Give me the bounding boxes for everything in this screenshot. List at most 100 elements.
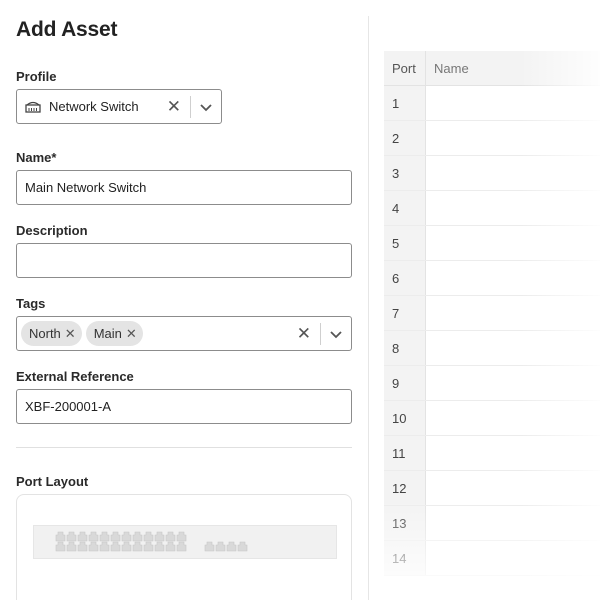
port-number-cell: 3 bbox=[384, 156, 426, 190]
port-name-cell[interactable] bbox=[426, 156, 600, 190]
port-name-cell[interactable] bbox=[426, 121, 600, 155]
switch-faceplate bbox=[33, 525, 337, 559]
port-icon[interactable] bbox=[55, 531, 66, 542]
port-layout-panel bbox=[16, 494, 352, 600]
uplink-port-icon[interactable] bbox=[237, 541, 248, 552]
name-value: Main Network Switch bbox=[25, 180, 147, 195]
port-number-cell: 4 bbox=[384, 191, 426, 225]
table-row[interactable]: 3 bbox=[384, 156, 600, 191]
port-name-cell[interactable] bbox=[426, 261, 600, 295]
table-row[interactable]: 2 bbox=[384, 121, 600, 156]
port-name-cell[interactable] bbox=[426, 541, 600, 575]
port-icon[interactable] bbox=[132, 541, 143, 552]
asset-form: Add Asset Profile Network Switch ✕ Name*… bbox=[16, 0, 352, 600]
port-number-cell: 14 bbox=[384, 541, 426, 575]
port-icon[interactable] bbox=[99, 541, 110, 552]
select-separator bbox=[190, 95, 191, 118]
table-row[interactable]: 12 bbox=[384, 471, 600, 506]
uplink-port-icon[interactable] bbox=[226, 541, 237, 552]
table-row[interactable]: 11 bbox=[384, 436, 600, 471]
port-icon[interactable] bbox=[121, 541, 132, 552]
tags-select[interactable]: North ✕ Main ✕ ✕ bbox=[16, 316, 352, 351]
port-name-cell[interactable] bbox=[426, 366, 600, 400]
tag-chip: Main ✕ bbox=[85, 321, 143, 346]
table-row[interactable]: 10 bbox=[384, 401, 600, 436]
port-icon[interactable] bbox=[66, 541, 77, 552]
port-name-cell[interactable] bbox=[426, 86, 600, 120]
port-icon[interactable] bbox=[143, 531, 154, 542]
port-icon[interactable] bbox=[66, 531, 77, 542]
tags-label: Tags bbox=[16, 296, 46, 311]
table-row[interactable]: 6 bbox=[384, 261, 600, 296]
profile-select[interactable]: Network Switch ✕ bbox=[16, 89, 222, 124]
port-number-cell: 6 bbox=[384, 261, 426, 295]
ports-table: Port Name 1 2 3 4 5 6 7 8 9 10 11 12 13 14 bbox=[384, 51, 600, 576]
port-name-cell[interactable] bbox=[426, 401, 600, 435]
external-reference-input[interactable]: XBF-200001-A bbox=[16, 389, 352, 424]
port-name-cell[interactable] bbox=[426, 226, 600, 260]
port-number-cell: 10 bbox=[384, 401, 426, 435]
port-number-cell: 12 bbox=[384, 471, 426, 505]
name-label: Name* bbox=[16, 150, 57, 165]
port-name-cell[interactable] bbox=[426, 331, 600, 365]
tag-label: Main bbox=[93, 326, 122, 341]
port-name-cell[interactable] bbox=[426, 506, 600, 540]
port-icon[interactable] bbox=[132, 531, 143, 542]
port-number-cell: 1 bbox=[384, 86, 426, 120]
uplink-port-icon[interactable] bbox=[215, 541, 226, 552]
table-row[interactable]: 14 bbox=[384, 541, 600, 576]
clear-tags-icon[interactable]: ✕ bbox=[297, 325, 311, 342]
port-number-cell: 9 bbox=[384, 366, 426, 400]
description-input[interactable] bbox=[16, 243, 352, 278]
network-switch-icon bbox=[25, 101, 41, 113]
external-reference-label: External Reference bbox=[16, 369, 134, 384]
remove-tag-icon[interactable]: ✕ bbox=[126, 326, 137, 342]
remove-tag-icon[interactable]: ✕ bbox=[65, 326, 76, 342]
section-divider bbox=[16, 447, 352, 448]
port-icon[interactable] bbox=[165, 541, 176, 552]
table-row[interactable]: 5 bbox=[384, 226, 600, 261]
port-icon[interactable] bbox=[165, 531, 176, 542]
table-row[interactable]: 4 bbox=[384, 191, 600, 226]
description-label: Description bbox=[16, 223, 88, 238]
port-number-cell: 5 bbox=[384, 226, 426, 260]
tag-label: North bbox=[29, 326, 61, 341]
port-name-cell[interactable] bbox=[426, 471, 600, 505]
table-row[interactable]: 1 bbox=[384, 86, 600, 121]
port-icon[interactable] bbox=[110, 541, 121, 552]
clear-profile-icon[interactable]: ✕ bbox=[167, 98, 181, 115]
table-row[interactable]: 7 bbox=[384, 296, 600, 331]
port-name-cell[interactable] bbox=[426, 191, 600, 225]
uplink-port-icon[interactable] bbox=[204, 541, 215, 552]
port-icon[interactable] bbox=[88, 541, 99, 552]
port-icon[interactable] bbox=[143, 541, 154, 552]
port-icon[interactable] bbox=[77, 541, 88, 552]
chevron-down-icon[interactable] bbox=[198, 99, 214, 115]
table-row[interactable]: 9 bbox=[384, 366, 600, 401]
profile-value: Network Switch bbox=[49, 99, 139, 114]
port-icon[interactable] bbox=[110, 531, 121, 542]
name-input[interactable]: Main Network Switch bbox=[16, 170, 352, 205]
port-number-cell: 2 bbox=[384, 121, 426, 155]
port-number-cell: 7 bbox=[384, 296, 426, 330]
port-icon[interactable] bbox=[88, 531, 99, 542]
chevron-down-icon[interactable] bbox=[328, 326, 344, 342]
port-icon[interactable] bbox=[154, 541, 165, 552]
port-icon[interactable] bbox=[176, 531, 187, 542]
port-icon[interactable] bbox=[55, 541, 66, 552]
port-layout-graphic bbox=[55, 531, 248, 552]
port-icon[interactable] bbox=[176, 541, 187, 552]
table-row[interactable]: 8 bbox=[384, 331, 600, 366]
external-reference-value: XBF-200001-A bbox=[25, 399, 111, 414]
port-icon[interactable] bbox=[99, 531, 110, 542]
port-name-cell[interactable] bbox=[426, 436, 600, 470]
name-column-header: Name bbox=[434, 60, 469, 76]
port-name-cell[interactable] bbox=[426, 296, 600, 330]
port-icon[interactable] bbox=[154, 531, 165, 542]
port-icon[interactable] bbox=[77, 531, 88, 542]
port-icon[interactable] bbox=[121, 531, 132, 542]
port-number-cell: 8 bbox=[384, 331, 426, 365]
table-row[interactable]: 13 bbox=[384, 506, 600, 541]
tag-chip: North ✕ bbox=[21, 321, 82, 346]
table-header: Port Name bbox=[384, 51, 600, 86]
